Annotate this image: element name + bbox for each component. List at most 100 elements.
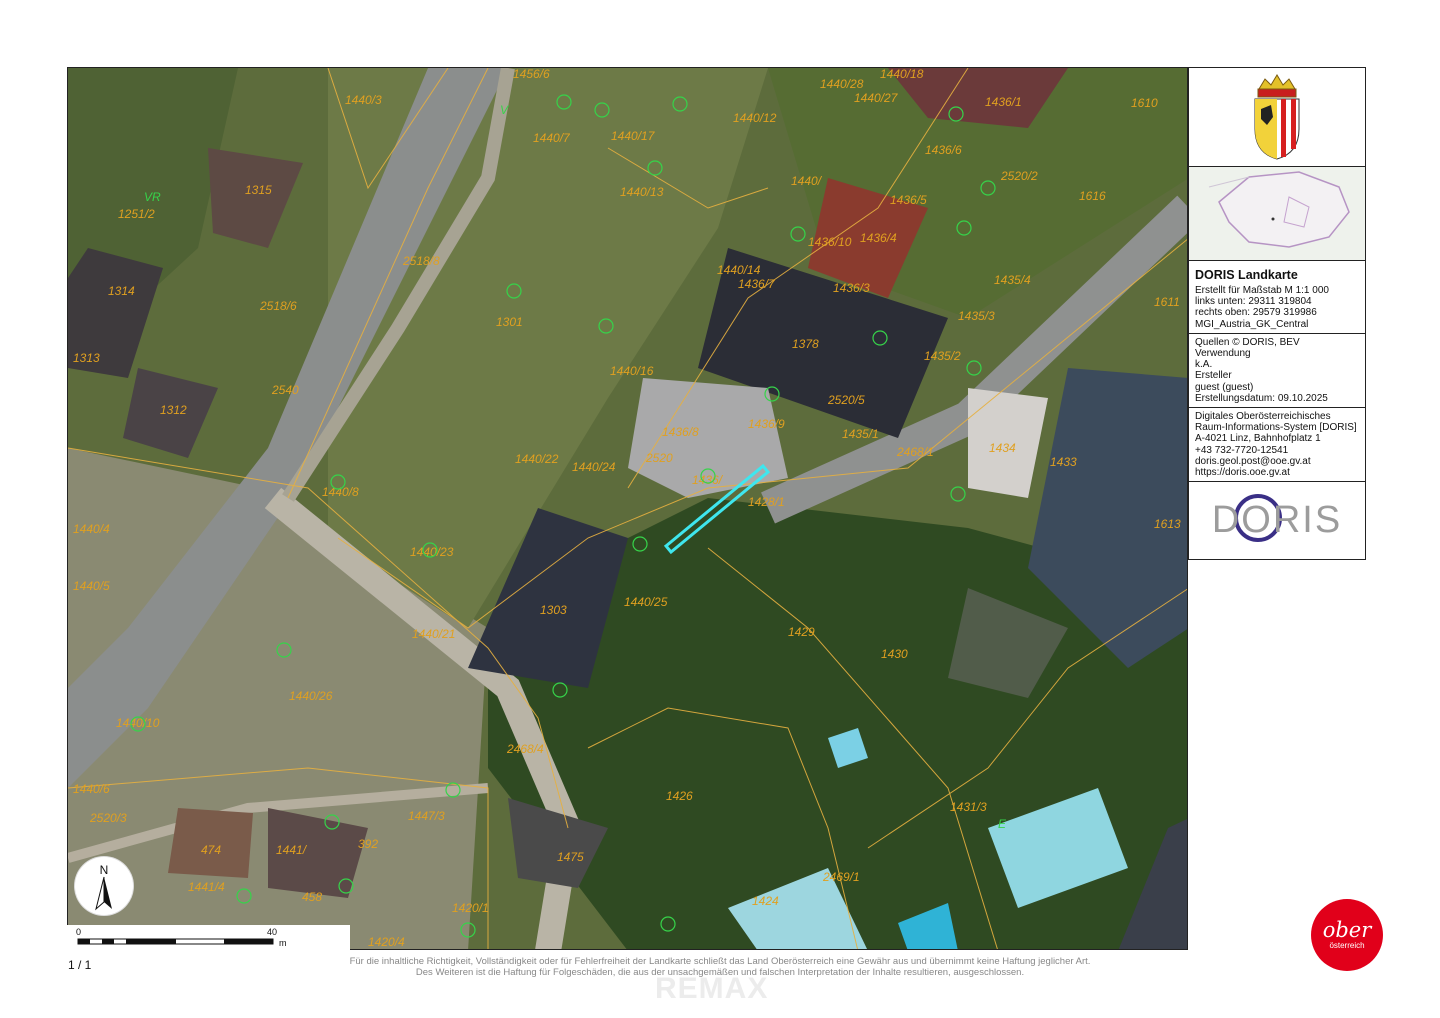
meta-block: Quellen © DORIS, BEV Verwendung k.A. Ers… (1189, 334, 1365, 409)
parcel-number-label: 1610 (1131, 96, 1158, 110)
parcel-number-label: 392 (358, 837, 378, 851)
parcel-number-label: 1440/27 (854, 91, 899, 105)
parcel-number-label: 2518/8 (402, 254, 440, 268)
parcel-number-label: 1440/25 (624, 595, 668, 609)
ooe-logo-script: ober (1322, 918, 1372, 942)
land-use-symbol: E (998, 817, 1007, 831)
parcel-number-label: 458 (302, 890, 322, 904)
meta-line: Erstellungsdatum: 09.10.2025 (1195, 392, 1328, 404)
parcel-number-label: 1436/5 (890, 193, 927, 207)
north-label: N (100, 863, 109, 877)
oberoesterreich-logo: ober österreich (1292, 880, 1402, 990)
parcel-number-label: 2520/5 (827, 393, 865, 407)
parcel-number-label: 1433 (1050, 455, 1077, 469)
parcel-number-label: 1378 (792, 337, 819, 351)
parcel-number-label: 1431/3 (950, 800, 987, 814)
parcel-number-label: 1440/26 (289, 689, 333, 703)
parcel-number-label: 1440/22 (515, 452, 559, 466)
scale-info-line: rechts oben: 29579 319986 (1195, 307, 1317, 319)
parcel-number-label: 1436/4 (860, 231, 897, 245)
parcel-number-label: 2468/1 (896, 445, 934, 459)
scale-bar: 0 40 m (67, 925, 350, 950)
parcel-number-label: 1436/9 (748, 417, 785, 431)
parcel-number-label: 1440/7 (533, 131, 571, 145)
parcel-number-label: 1440/10 (116, 716, 160, 730)
parcel-number-label: 1430 (881, 647, 908, 661)
parcel-number-label: 1435/3 (958, 309, 995, 323)
parcel-number-label: 1447/3 (408, 809, 445, 823)
parcel-number-label: 1440/3 (345, 93, 382, 107)
parcel-number-label: 2518/6 (259, 299, 297, 313)
ooe-logo-sub: österreich (1329, 941, 1365, 950)
parcel-number-label: 1424 (752, 894, 779, 908)
contact-email[interactable]: doris.geol.post@ooe.gv.at (1195, 456, 1359, 467)
coat-of-arms (1189, 68, 1365, 167)
parcel-number-label: 1440/28 (820, 77, 864, 91)
doris-logo: DORIS (1189, 482, 1365, 554)
overview-map (1189, 167, 1365, 261)
meta-line: Ersteller (1195, 370, 1232, 382)
parcel-number-label: 2520 (645, 451, 673, 465)
parcel-number-label: 1440/8 (322, 485, 359, 499)
parcel-number-label: 1420/1 (452, 901, 489, 915)
parcel-number-label: 2540 (271, 383, 299, 397)
overview-map-image (1189, 167, 1365, 260)
meta-line: Quellen © DORIS, BEV (1195, 336, 1300, 348)
info-panel: DORIS Landkarte Erstellt für Maßstab M 1… (1188, 67, 1366, 560)
parcel-number-label: 1440/6 (73, 782, 110, 796)
parcel-number-label: 1440/17 (611, 129, 656, 143)
map-view[interactable]: 1456/6 1440/3 1440/7 1440/17 1440/12 1440/28 1… (67, 67, 1188, 950)
page-number: 1 / 1 (68, 958, 92, 972)
parcel-number-label: 1435/2 (924, 349, 961, 363)
parcel-number-label: 1312 (160, 403, 187, 417)
parcel-number-label: 1436/ (692, 473, 724, 487)
parcel-number-label: 1314 (108, 284, 135, 298)
parcel-number-label: 1613 (1154, 517, 1181, 531)
parcel-number-label: 1440/18 (880, 68, 924, 81)
parcel-number-label: 1313 (73, 351, 100, 365)
contact-line: Digitales Oberösterreichisches (1195, 411, 1331, 423)
parcel-number-label: 1429 (788, 625, 815, 639)
disclaimer-line: Für die inhaltliche Richtigkeit, Vollstä… (349, 956, 1091, 967)
scale-info-line: links unten: 29311 319804 (1195, 296, 1312, 308)
land-use-symbol: VR (144, 190, 161, 204)
parcel-number-label: 1440/12 (733, 111, 777, 125)
map-title-block: DORIS Landkarte Erstellt für Maßstab M 1… (1189, 261, 1365, 334)
land-use-symbol: V (500, 103, 509, 117)
parcel-number-label: 1436/6 (925, 143, 962, 157)
parcel-number-label: 1420/4 (368, 935, 405, 949)
parcel-number-label: 2520/2 (1000, 169, 1038, 183)
aerial-map[interactable]: 1456/61440/31440/7 1440/171440/121440/281… (68, 68, 1188, 950)
scale-info-line: MGI_Austria_GK_Central (1195, 318, 1309, 330)
parcel-number-label: 474 (201, 843, 221, 857)
contact-url[interactable]: https://doris.ooe.gv.at (1195, 467, 1359, 478)
parcel-number-label: 1440/5 (73, 579, 110, 593)
contact-line: +43 732-7720-12541 (1195, 444, 1289, 456)
parcel-number-label: 1441/ (276, 843, 308, 857)
parcel-number-label: 1435/1 (842, 427, 879, 441)
parcel-number-label: 1428/1 (748, 495, 785, 509)
parcel-number-label: 1436/1 (985, 95, 1022, 109)
parcel-number-label: 1611 (1154, 295, 1180, 309)
parcel-number-label: 1440/24 (572, 460, 616, 474)
parcel-number-label: 1456/6 (513, 68, 550, 81)
meta-line: guest (guest) (1195, 381, 1254, 393)
north-arrow: N (75, 857, 133, 915)
scale-start-label: 0 (76, 927, 81, 937)
parcel-number-label: 1440/13 (620, 185, 664, 199)
parcel-number-label: 2468/4 (506, 742, 544, 756)
parcel-number-label: 1434 (989, 441, 1016, 455)
parcel-number-label: 1441/4 (188, 880, 225, 894)
parcel-number-label: 1616 (1079, 189, 1106, 203)
north-arrow-icon: N (95, 863, 112, 911)
parcel-number-label: 1436/8 (662, 425, 699, 439)
parcel-number-label: 1440/ (791, 174, 823, 188)
parcel-number-label: 1251/2 (118, 207, 155, 221)
doris-logo-image: DORIS (1212, 494, 1340, 543)
watermark: REMAX (655, 972, 769, 1005)
parcel-number-label: 1426 (666, 789, 693, 803)
meta-line: k.A. (1195, 359, 1213, 371)
contact-line: A-4021 Linz, Bahnhofplatz 1 (1195, 433, 1321, 445)
contact-line: Raum-Informations-System [DORIS] (1195, 422, 1357, 434)
parcel-number-label: 1301 (496, 315, 523, 329)
